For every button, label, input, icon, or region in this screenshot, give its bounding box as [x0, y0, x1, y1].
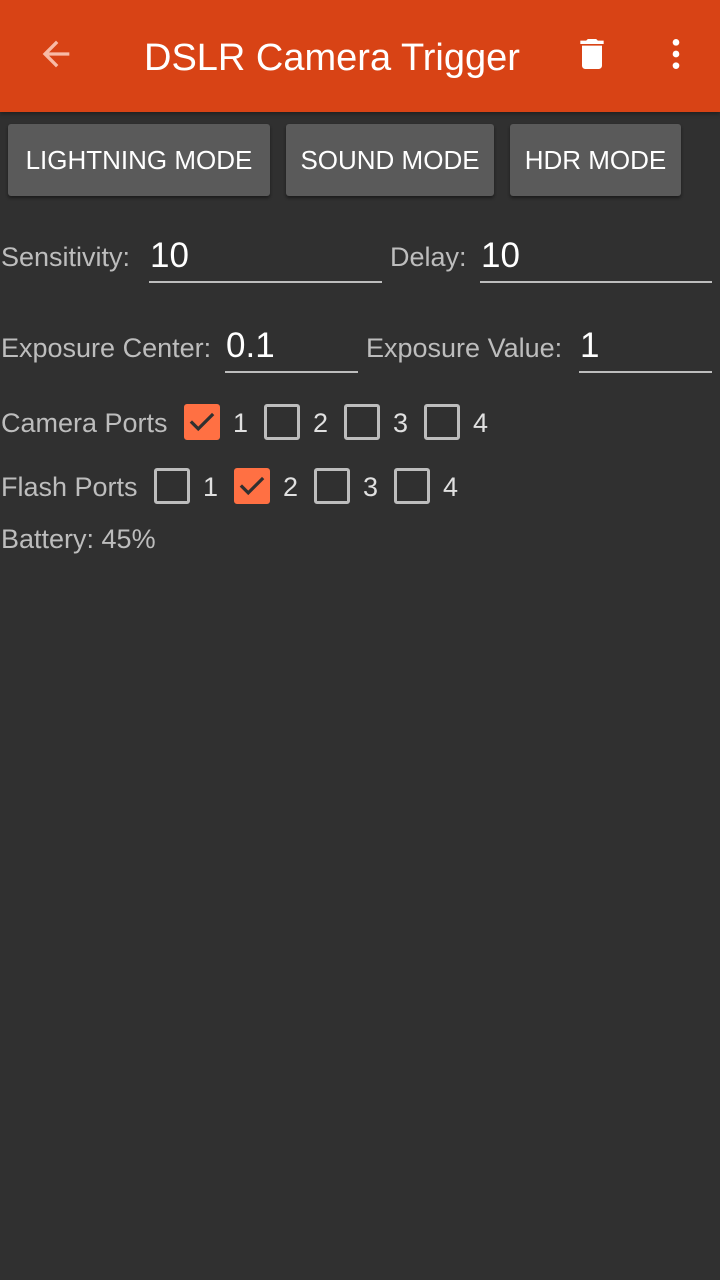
- exposure-value-input[interactable]: [579, 320, 712, 371]
- flash-port-2-checkbox[interactable]: [234, 468, 270, 504]
- sensitivity-label: Sensitivity:: [1, 242, 131, 272]
- flash-port-4-label: 4: [443, 472, 459, 502]
- app-title: DSLR Camera Trigger: [144, 37, 520, 79]
- exposure-center-input[interactable]: [225, 320, 358, 371]
- camera-port-2-label: 2: [313, 408, 329, 438]
- flash-port-4-checkbox[interactable]: [394, 468, 430, 504]
- camera-port-2-checkbox[interactable]: [264, 404, 300, 440]
- flash-port-1-checkbox[interactable]: [154, 468, 190, 504]
- hdr-mode-button[interactable]: HDR MODE: [510, 124, 681, 196]
- exposure-center-label: Exposure Center:: [1, 333, 212, 363]
- camera-port-3-label: 3: [393, 408, 409, 438]
- sound-mode-button[interactable]: SOUND MODE: [286, 124, 494, 196]
- exposure-center-field: [225, 320, 358, 373]
- flash-port-1-label: 1: [203, 472, 219, 502]
- app-bar: DSLR Camera Trigger: [0, 0, 720, 112]
- check-icon: [239, 476, 265, 496]
- flash-port-3-label: 3: [363, 472, 379, 502]
- arrow-back-icon: [36, 34, 76, 79]
- sensitivity-field: [149, 230, 382, 283]
- delay-label: Delay:: [390, 242, 467, 272]
- flash-port-2-label: 2: [283, 472, 299, 502]
- delay-input[interactable]: [480, 230, 712, 281]
- delay-field: [480, 230, 712, 283]
- camera-port-4-label: 4: [473, 408, 489, 438]
- app-screen: DSLR Camera Trigger LIGHTNING MODE SOUND…: [0, 0, 720, 1280]
- more-vert-icon: [656, 34, 696, 79]
- camera-port-4-checkbox[interactable]: [424, 404, 460, 440]
- camera-port-1-label: 1: [233, 408, 249, 438]
- camera-port-3-checkbox[interactable]: [344, 404, 380, 440]
- flash-port-3-checkbox[interactable]: [314, 468, 350, 504]
- delete-button[interactable]: [566, 32, 618, 80]
- trash-icon: [572, 32, 612, 81]
- lightning-mode-button[interactable]: LIGHTNING MODE: [8, 124, 270, 196]
- camera-ports-label: Camera Ports: [1, 408, 168, 438]
- back-button[interactable]: [24, 32, 88, 80]
- sensitivity-input[interactable]: [149, 230, 382, 281]
- check-icon: [189, 412, 215, 432]
- exposure-value-label: Exposure Value:: [366, 333, 563, 363]
- flash-ports-label: Flash Ports: [1, 472, 138, 502]
- battery-status: Battery: 45%: [1, 524, 156, 554]
- camera-port-1-checkbox[interactable]: [184, 404, 220, 440]
- overflow-menu-button[interactable]: [652, 32, 700, 80]
- exposure-value-field: [579, 320, 712, 373]
